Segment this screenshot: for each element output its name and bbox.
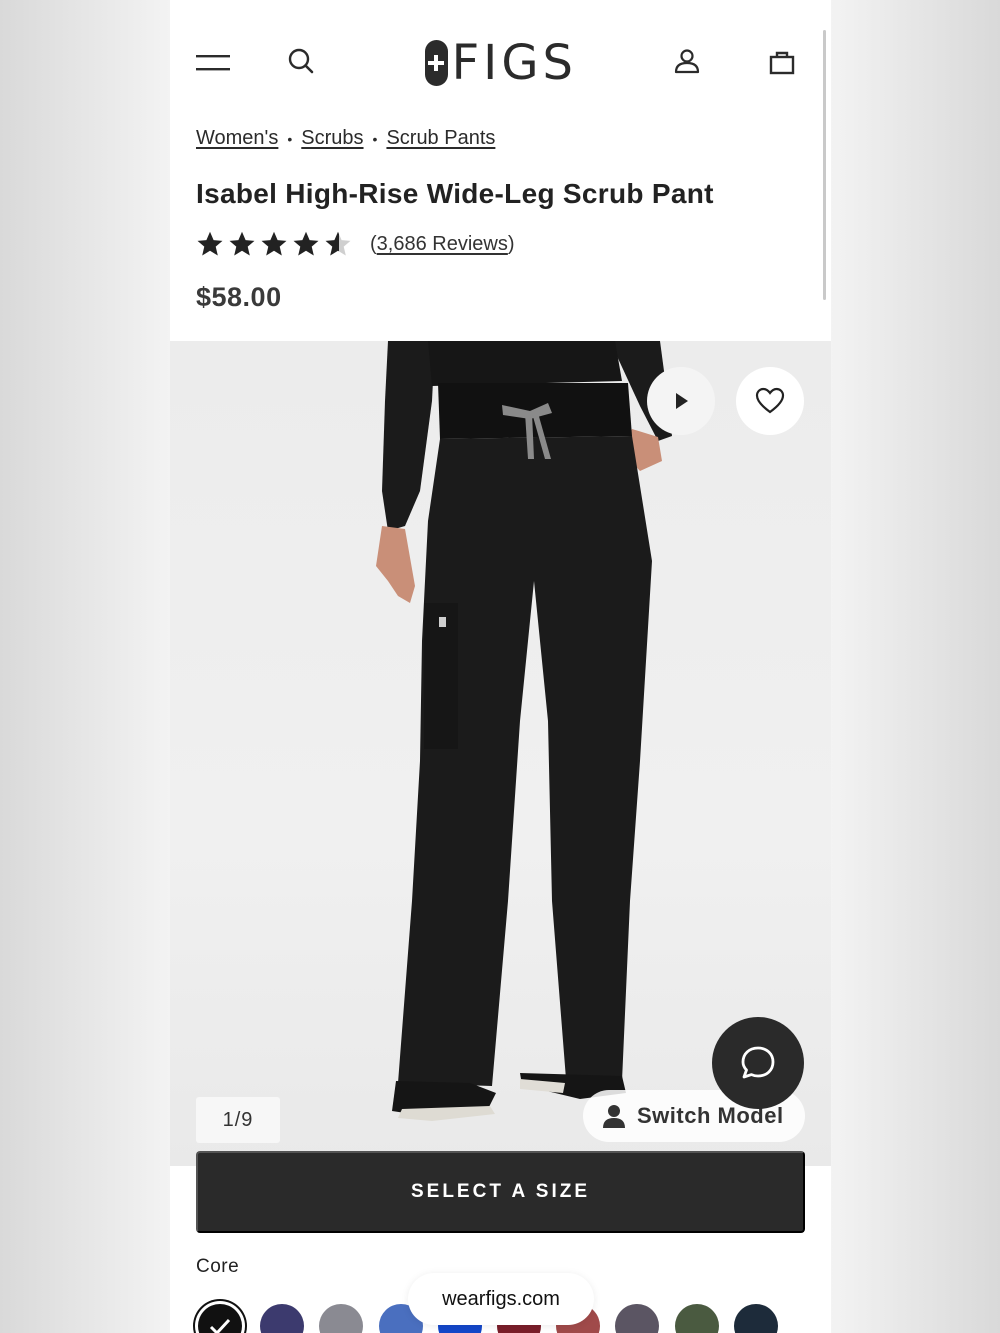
star-icon — [293, 231, 319, 256]
account-icon[interactable] — [672, 46, 702, 76]
color-swatch-selected[interactable] — [198, 1304, 242, 1333]
breadcrumb-womens[interactable]: Women's — [196, 127, 278, 150]
reviews-count[interactable]: 3,686 Reviews — [377, 233, 508, 255]
product-title: Isabel High-Rise Wide-Leg Scrub Pant — [196, 178, 714, 209]
bag-icon[interactable] — [766, 46, 798, 78]
chat-button[interactable] — [712, 1017, 804, 1109]
color-swatch[interactable] — [734, 1304, 778, 1333]
person-icon — [603, 1105, 625, 1128]
wishlist-button[interactable] — [736, 367, 804, 435]
background-right — [830, 0, 1000, 1333]
reviews-link[interactable]: (3,686 Reviews) — [370, 233, 515, 256]
star-icon — [229, 231, 255, 256]
checkmark-icon — [209, 1318, 231, 1333]
color-swatch[interactable] — [260, 1304, 304, 1333]
color-swatch[interactable] — [675, 1304, 719, 1333]
breadcrumb-separator: • — [372, 130, 378, 147]
breadcrumb: Women's • Scrubs • Scrub Pants — [196, 127, 495, 150]
logo-plus-icon — [425, 40, 448, 86]
reviews-paren-close: ) — [507, 232, 515, 255]
product-price: $58.00 — [196, 282, 282, 312]
product-rating[interactable]: (3,686 Reviews) — [196, 230, 515, 258]
play-icon — [676, 393, 688, 409]
background-left — [0, 0, 170, 1333]
site-header: FIGS — [170, 0, 831, 125]
star-icon — [197, 231, 223, 256]
star-icon — [261, 231, 287, 256]
image-counter: 1/9 — [196, 1097, 280, 1143]
half-star-icon — [325, 231, 351, 256]
brand-name: FIGS — [451, 35, 577, 91]
search-icon[interactable] — [286, 46, 316, 76]
rating-stars — [196, 230, 352, 258]
color-group-label: Core — [196, 1256, 240, 1277]
product-image-gallery[interactable]: 1/9 Switch Model — [170, 341, 831, 1166]
breadcrumb-scrub-pants[interactable]: Scrub Pants — [386, 127, 495, 150]
breadcrumb-separator: • — [287, 130, 293, 147]
reviews-paren-open: ( — [370, 232, 377, 255]
play-video-button[interactable] — [647, 367, 715, 435]
select-size-button[interactable]: SELECT A SIZE — [196, 1151, 805, 1233]
chat-bubble-icon — [741, 1046, 775, 1079]
breadcrumb-scrubs[interactable]: Scrubs — [301, 127, 363, 150]
browser-url-bar[interactable]: wearfigs.com — [408, 1273, 594, 1325]
menu-icon[interactable] — [196, 50, 230, 76]
product-page: FIGS Women's • Scrubs • Scrub Pants Isab… — [170, 0, 831, 1333]
figs-logo[interactable]: FIGS — [425, 38, 577, 88]
color-swatch[interactable] — [319, 1304, 363, 1333]
heart-icon — [755, 387, 785, 414]
color-swatch[interactable] — [615, 1304, 659, 1333]
